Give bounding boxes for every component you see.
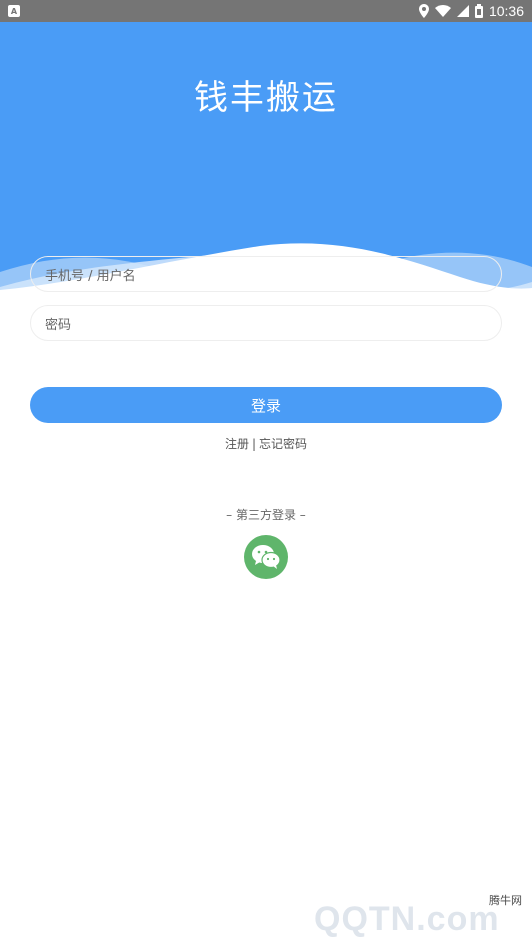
auth-links: 注册 | 忘记密码 bbox=[0, 435, 532, 452]
username-placeholder: 手机号 / 用户名 bbox=[45, 268, 136, 284]
watermark: QQTN.com 腾牛网 bbox=[314, 890, 524, 940]
register-link[interactable]: 注册 bbox=[225, 435, 249, 452]
third-party-login-label: – 第三方登录 – bbox=[226, 508, 306, 522]
login-button[interactable]: 登录 bbox=[30, 387, 502, 423]
password-placeholder: 密码 bbox=[45, 317, 72, 333]
password-input[interactable]: 密码 bbox=[30, 305, 502, 341]
status-left: A bbox=[8, 5, 20, 17]
username-input[interactable]: 手机号 / 用户名 bbox=[30, 256, 502, 292]
forgot-password-link[interactable]: 忘记密码 bbox=[259, 435, 307, 452]
link-separator: | bbox=[251, 436, 257, 451]
watermark-text: 腾牛网 bbox=[489, 894, 522, 907]
status-time: 10:36 bbox=[488, 3, 524, 19]
signal-icon bbox=[456, 5, 469, 17]
status-right: 10:36 bbox=[418, 3, 524, 19]
watermark-logo: QQTN.com bbox=[314, 900, 500, 938]
notification-icon: A bbox=[8, 5, 20, 17]
wechat-login-button[interactable] bbox=[244, 535, 288, 579]
wifi-icon bbox=[434, 5, 451, 17]
app-title: 钱丰搬运 bbox=[194, 78, 338, 118]
battery-icon bbox=[474, 4, 483, 18]
location-icon bbox=[418, 4, 429, 18]
wechat-icon bbox=[252, 545, 281, 569]
status-bar: A 10:36 bbox=[0, 0, 532, 22]
